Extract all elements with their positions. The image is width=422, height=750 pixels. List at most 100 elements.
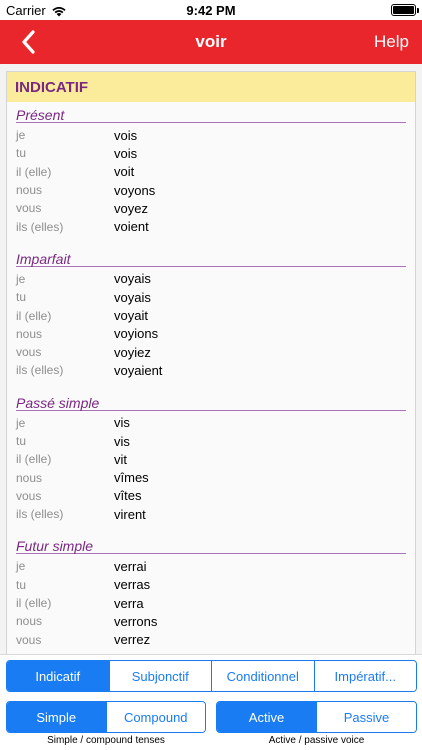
verb-form: vis: [114, 415, 130, 431]
tense-type-caption: Simple / compound tenses: [47, 735, 165, 746]
conjugation-row: tu vis: [16, 432, 406, 450]
verb-form: voyais: [114, 271, 151, 287]
conjugation-row: il (elle) voyait: [16, 306, 406, 324]
navigation-bar: voir Help: [0, 20, 422, 64]
conjugation-row: nous voyions: [16, 325, 406, 343]
segment-subjonctif[interactable]: Subjonctif: [109, 661, 212, 691]
pronoun-label: ils (elles): [16, 363, 64, 378]
help-button[interactable]: Help: [374, 32, 409, 52]
segment-indicatif[interactable]: Indicatif: [7, 661, 110, 691]
tense-title: Futur simple: [16, 533, 406, 555]
verb-form: verra: [114, 595, 144, 611]
bottom-toolbar: Indicatif Subjonctif Conditionnel Impératif…: [0, 654, 422, 750]
segment-imp-ratif[interactable]: Impératif...: [314, 661, 416, 691]
pronoun-label: vous: [16, 632, 42, 647]
verb-form: voyais: [114, 289, 151, 305]
battery-nub: [417, 8, 419, 13]
segment-compound[interactable]: Compound: [106, 702, 205, 732]
pronoun-label: tu: [16, 577, 27, 592]
conjugation-row: tu voyais: [16, 288, 406, 306]
verb-form: verrai: [114, 558, 147, 574]
verb-form: vîtes: [114, 488, 142, 504]
voice-segmented-control: Active Passive: [216, 701, 417, 733]
conjugation-row: je verrai: [16, 557, 406, 575]
tense-spacer: [7, 523, 415, 533]
tense-title: Présent: [16, 102, 406, 123]
verb-form: voyiez: [114, 344, 151, 360]
pronoun-label: vous: [16, 201, 42, 216]
verb-form: vois: [114, 145, 138, 161]
pronoun-label: je: [16, 559, 26, 574]
conjugation-row: il (elle) verra: [16, 594, 406, 612]
tense-title: Imparfait: [16, 246, 406, 267]
pronoun-label: je: [16, 271, 26, 286]
conjugation-row: je vois: [16, 126, 406, 144]
verb-form: vit: [114, 451, 127, 467]
conjugation-sheet: INDICATIF Présent je vois tu vois il (elle) vo…: [6, 71, 416, 654]
conjugation-row: nous verrons: [16, 612, 406, 630]
verb-form: vis: [114, 433, 130, 449]
conjugation-row: tu vois: [16, 144, 406, 162]
tense-spacer: [7, 380, 415, 390]
verb-form: voyaient: [114, 362, 163, 378]
conjugation-row: vous vîtes: [16, 487, 406, 505]
verb-form: voyez: [114, 200, 148, 216]
status-time: 9:42 PM: [186, 3, 236, 18]
pronoun-label: je: [16, 415, 26, 430]
tense-block: Imparfait je voyais tu voyais il (elle) voyait…: [7, 246, 415, 380]
tense-title: Passé simple: [16, 390, 406, 411]
pronoun-label: il (elle): [16, 308, 52, 323]
conjugation-row: nous voyons: [16, 181, 406, 199]
verb-form: vîmes: [114, 470, 149, 486]
pronoun-label: tu: [16, 434, 27, 448]
tense-block: Futur simple je verrai tu verras il (elle) ver…: [7, 533, 415, 648]
pronoun-label: je: [16, 128, 26, 143]
conjugation-row: vous verrez: [16, 631, 406, 649]
pronoun-label: il (elle): [16, 596, 52, 611]
segment-active[interactable]: Active: [217, 702, 317, 732]
pronoun-label: vous: [16, 345, 42, 360]
status-bar: Carrier 9:42 PM: [0, 0, 422, 20]
verb-form: vois: [114, 127, 138, 143]
verb-form: voit: [114, 164, 135, 180]
pronoun-label: vous: [16, 488, 42, 503]
voice-caption: Active / passive voice: [268, 735, 365, 746]
conjugation-row: je voyais: [16, 270, 406, 288]
pronoun-label: ils (elles): [16, 507, 64, 522]
tense-block: Passé simple je vis tu vis il (elle) vit nous vî…: [7, 390, 415, 524]
verb-form: voyait: [114, 308, 148, 324]
pronoun-label: ils (elles): [16, 219, 64, 234]
conjugation-row: il (elle) voit: [16, 163, 406, 181]
pronoun-label: tu: [16, 146, 27, 161]
conjugation-row: vous voyez: [16, 199, 406, 217]
verb-form: verrez: [114, 632, 151, 648]
battery-icon: [391, 4, 419, 16]
pronoun-label: il (elle): [16, 452, 52, 467]
segment-conditionnel[interactable]: Conditionnel: [212, 661, 315, 691]
verb-form: voyons: [114, 182, 156, 198]
battery-fill: [393, 6, 414, 14]
conjugation-row: ils (elles) virent: [16, 505, 406, 523]
pronoun-label: nous: [16, 470, 43, 485]
pronoun-label: tu: [16, 290, 27, 305]
conjugation-row: nous vîmes: [16, 468, 406, 486]
segment-passive[interactable]: Passive: [317, 702, 416, 732]
verb-form: verras: [114, 577, 151, 593]
pronoun-label: il (elle): [16, 164, 52, 179]
mood-header: INDICATIF: [7, 72, 415, 102]
conjugation-row: tu verras: [16, 576, 406, 594]
pronoun-label: nous: [16, 614, 43, 629]
verb-form: virent: [114, 506, 146, 522]
conjugation-scroll-area[interactable]: INDICATIF Présent je vois tu vois il (elle) vo…: [0, 64, 422, 654]
verb-title: voir: [195, 32, 227, 51]
pronoun-label: nous: [16, 326, 43, 341]
tense-list: Présent je vois tu vois il (elle) voit nous voyo…: [7, 102, 415, 654]
mood-segmented-control: Indicatif Subjonctif Conditionnel Impératif…: [6, 660, 417, 692]
segment-simple[interactable]: Simple: [7, 702, 107, 732]
verb-form: voyions: [114, 326, 159, 342]
conjugation-row: ils (elles) voient: [16, 217, 406, 235]
conjugation-row: il (elle) vit: [16, 450, 406, 468]
tense-type-segmented-control: Simple Compound: [6, 701, 206, 733]
pronoun-label: nous: [16, 183, 43, 198]
conjugation-row: ils (elles) voyaient: [16, 361, 406, 379]
